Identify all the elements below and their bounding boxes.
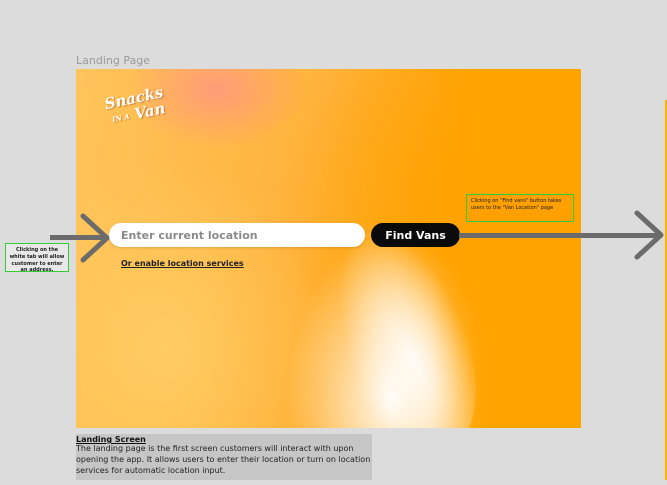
find-vans-button[interactable]: Find Vans (371, 223, 460, 247)
enable-location-services-link[interactable]: Or enable location services (121, 259, 244, 268)
caption-body: The landing page is the first screen cus… (76, 444, 371, 475)
logo-line-3: Van (132, 99, 167, 124)
logo-line-2: IN A (111, 111, 131, 125)
arrow-right-icon (80, 213, 110, 263)
white-tab-annotation: Clicking on the white tab will allow cus… (5, 243, 69, 273)
location-input[interactable] (109, 223, 365, 247)
landing-page-canvas: Snacks IN A Van Find Vans Or enable loca… (76, 69, 581, 428)
snacks-in-a-van-logo: Snacks IN A Van (103, 83, 168, 128)
frame-label: Landing Page (76, 54, 150, 67)
screen-caption: Landing Screen The landing page is the f… (76, 434, 372, 480)
arrow-right-icon (634, 210, 664, 260)
find-vans-annotation: Clicking on "Find vans" button takes use… (466, 194, 574, 222)
caption-title: Landing Screen (76, 435, 146, 444)
right-arrow-shaft (459, 233, 657, 238)
